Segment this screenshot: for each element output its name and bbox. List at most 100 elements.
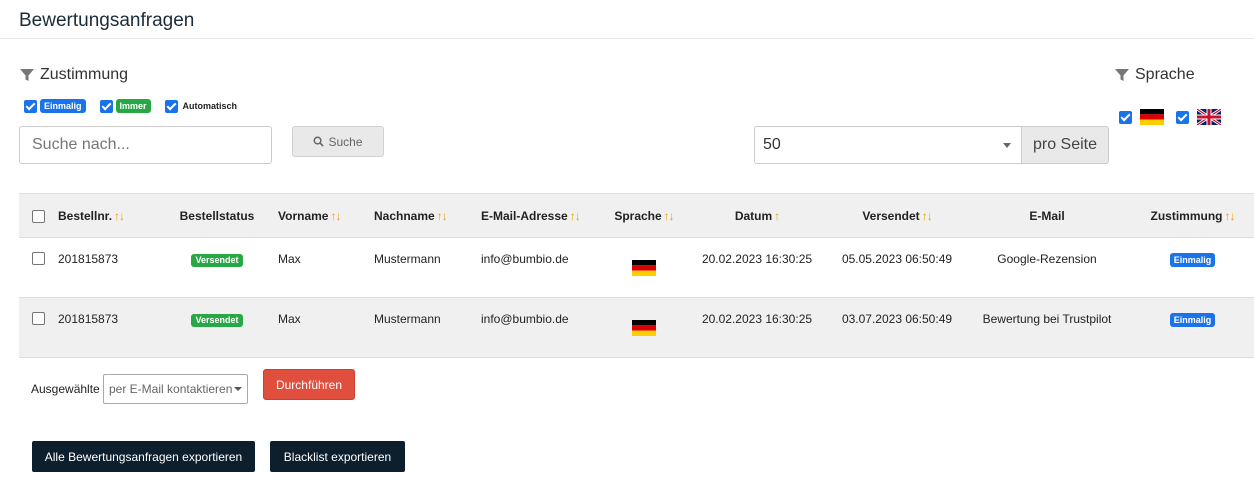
cell-consent: Einmalig	[1131, 298, 1254, 358]
sort-down-icon[interactable]: ↓	[442, 209, 448, 223]
per-page-addon: pro Seite	[1021, 126, 1109, 164]
consent-badge: Einmalig	[1169, 253, 1216, 267]
sort-arrows-icon[interactable]: ↑↓	[664, 209, 675, 223]
cell-first-name: Max	[278, 312, 301, 326]
col-bestellstatus: Bestellstatus	[157, 193, 277, 238]
consent-badge: Einmalig	[1169, 313, 1216, 327]
table-row: 201815873 Versendet Max Mustermann info@…	[19, 238, 1254, 298]
table-row: 201815873 Versendet Max Mustermann info@…	[19, 297, 1254, 358]
chevron-down-icon	[1003, 142, 1011, 148]
gb-flag-icon	[1197, 109, 1221, 125]
export-blacklist-button[interactable]: Blacklist exportieren	[270, 441, 405, 472]
cell-order: 201815873	[58, 252, 119, 266]
sort-down-icon[interactable]: ↓	[1230, 209, 1236, 223]
sort-down-icon[interactable]: ↓	[119, 209, 125, 223]
select-all-cell	[19, 193, 57, 238]
col-label: Datum	[734, 208, 773, 223]
col-label: E-Mail	[1029, 208, 1065, 223]
sort-arrows-icon[interactable]: ↑↓	[114, 209, 125, 223]
checkbox[interactable]	[99, 99, 113, 113]
export-all-button[interactable]: Alle Bewertungsanfragen exportieren	[32, 441, 255, 472]
cell-last-name: Mustermann	[374, 252, 441, 266]
checkbox[interactable]	[1119, 110, 1132, 124]
bulk-action-select[interactable]: per E-Mail kontaktieren	[103, 374, 248, 404]
row-select-cell	[19, 298, 57, 358]
sort-down-icon[interactable]: ↓	[575, 209, 581, 223]
table-header-row: Bestellnr. ↑↓ Bestellstatus Vorname ↑↓ Nac…	[19, 193, 1254, 238]
de-flag-icon	[1140, 109, 1164, 125]
cell-first-name: Max	[278, 252, 301, 266]
per-page-select[interactable]: 50	[754, 126, 1021, 164]
sort-arrows-icon[interactable]: ↑↓	[330, 209, 341, 223]
col-label: Vorname	[278, 208, 329, 223]
search-button-label: Suche	[328, 134, 363, 149]
consent-filter-options: Einmalig Immer Automatisch	[24, 99, 251, 113]
cell-mail-type: Google-Rezension	[997, 252, 1097, 266]
col-nachname[interactable]: Nachname ↑↓	[373, 193, 480, 238]
de-flag-icon	[632, 260, 656, 276]
col-label: Bestellstatus	[179, 208, 255, 223]
status-badge: Versendet	[191, 314, 243, 327]
cell-status: Versendet	[157, 298, 277, 358]
cell-sent: 03.07.2023 06:50:49	[841, 312, 953, 326]
sort-arrows-icon[interactable]: ↑↓	[922, 209, 933, 223]
requests-table: Bestellnr. ↑↓ Bestellstatus Vorname ↑↓ Nac…	[19, 193, 1254, 358]
cell-status: Versendet	[157, 238, 277, 298]
col-label: Versendet	[862, 208, 920, 223]
sort-down-icon[interactable]: ↓	[669, 209, 675, 223]
cell-last-name: Mustermann	[374, 312, 441, 326]
consent-filter-label: Zustimmung	[40, 66, 129, 83]
col-bestellnr[interactable]: Bestellnr. ↑↓	[57, 193, 157, 238]
consent-option-automatisch[interactable]: Automatisch	[164, 99, 238, 113]
sort-arrows-icon[interactable]: ↑↓	[437, 209, 448, 223]
col-versendet[interactable]: Versendet ↑↓	[831, 193, 963, 238]
language-option-de[interactable]	[1119, 109, 1164, 125]
sort-arrows-icon[interactable]: ↑↓	[1225, 209, 1236, 223]
cell-language	[605, 238, 683, 298]
consent-badge-einmalig: Einmalig	[40, 99, 86, 113]
col-sprache[interactable]: Sprache ↑↓	[605, 193, 683, 238]
search-button[interactable]: Suche	[292, 126, 384, 157]
language-filter-label: Sprache	[1135, 66, 1195, 83]
checkbox[interactable]	[164, 99, 178, 113]
language-filter-heading: Sprache	[1114, 66, 1195, 84]
col-label: Bestellnr.	[58, 208, 113, 223]
sort-down-icon[interactable]: ↓	[927, 209, 933, 223]
de-flag-icon	[632, 320, 656, 336]
sort-up-icon[interactable]: ↑	[774, 209, 780, 223]
col-label: Nachname	[374, 208, 435, 223]
consent-label-automatisch: Automatisch	[182, 101, 238, 111]
cell-language	[605, 298, 683, 358]
col-email-adresse[interactable]: E-Mail-Adresse ↑↓	[480, 193, 605, 238]
language-filter-options	[1119, 109, 1233, 125]
row-checkbox[interactable]	[31, 312, 45, 326]
row-select-cell	[19, 238, 57, 298]
col-label: Sprache	[614, 208, 662, 223]
language-option-gb[interactable]	[1176, 109, 1221, 125]
chevron-down-icon	[234, 387, 242, 391]
checkbox[interactable]	[1176, 110, 1189, 124]
sort-arrows-icon[interactable]: ↑	[774, 209, 780, 223]
bulk-action-label: Ausgewählte	[31, 382, 100, 396]
checkbox[interactable]	[24, 99, 37, 113]
filter-icon	[1115, 69, 1129, 81]
col-datum[interactable]: Datum ↑	[683, 193, 831, 238]
bulk-action-value: per E-Mail kontaktieren	[109, 382, 233, 396]
consent-badge-immer: Immer	[115, 99, 151, 113]
select-all-checkbox[interactable]	[31, 209, 45, 223]
sort-arrows-icon[interactable]: ↑↓	[570, 209, 581, 223]
row-checkbox[interactable]	[31, 252, 45, 266]
sort-down-icon[interactable]: ↓	[335, 209, 341, 223]
col-email: E-Mail	[963, 193, 1131, 238]
col-vorname[interactable]: Vorname ↑↓	[277, 193, 373, 238]
cell-date: 20.02.2023 16:30:25	[701, 252, 813, 266]
search-input[interactable]	[19, 126, 272, 164]
cell-consent: Einmalig	[1131, 238, 1254, 298]
status-badge: Versendet	[191, 254, 243, 267]
consent-option-immer[interactable]: Immer	[99, 99, 151, 113]
col-zustimmung[interactable]: Zustimmung ↑↓	[1131, 193, 1254, 238]
cell-email: info@bumbio.de	[481, 312, 569, 326]
consent-option-einmalig[interactable]: Einmalig	[24, 99, 86, 113]
cell-sent: 05.05.2023 06:50:49	[841, 252, 953, 266]
run-action-button[interactable]: Durchführen	[263, 369, 355, 400]
